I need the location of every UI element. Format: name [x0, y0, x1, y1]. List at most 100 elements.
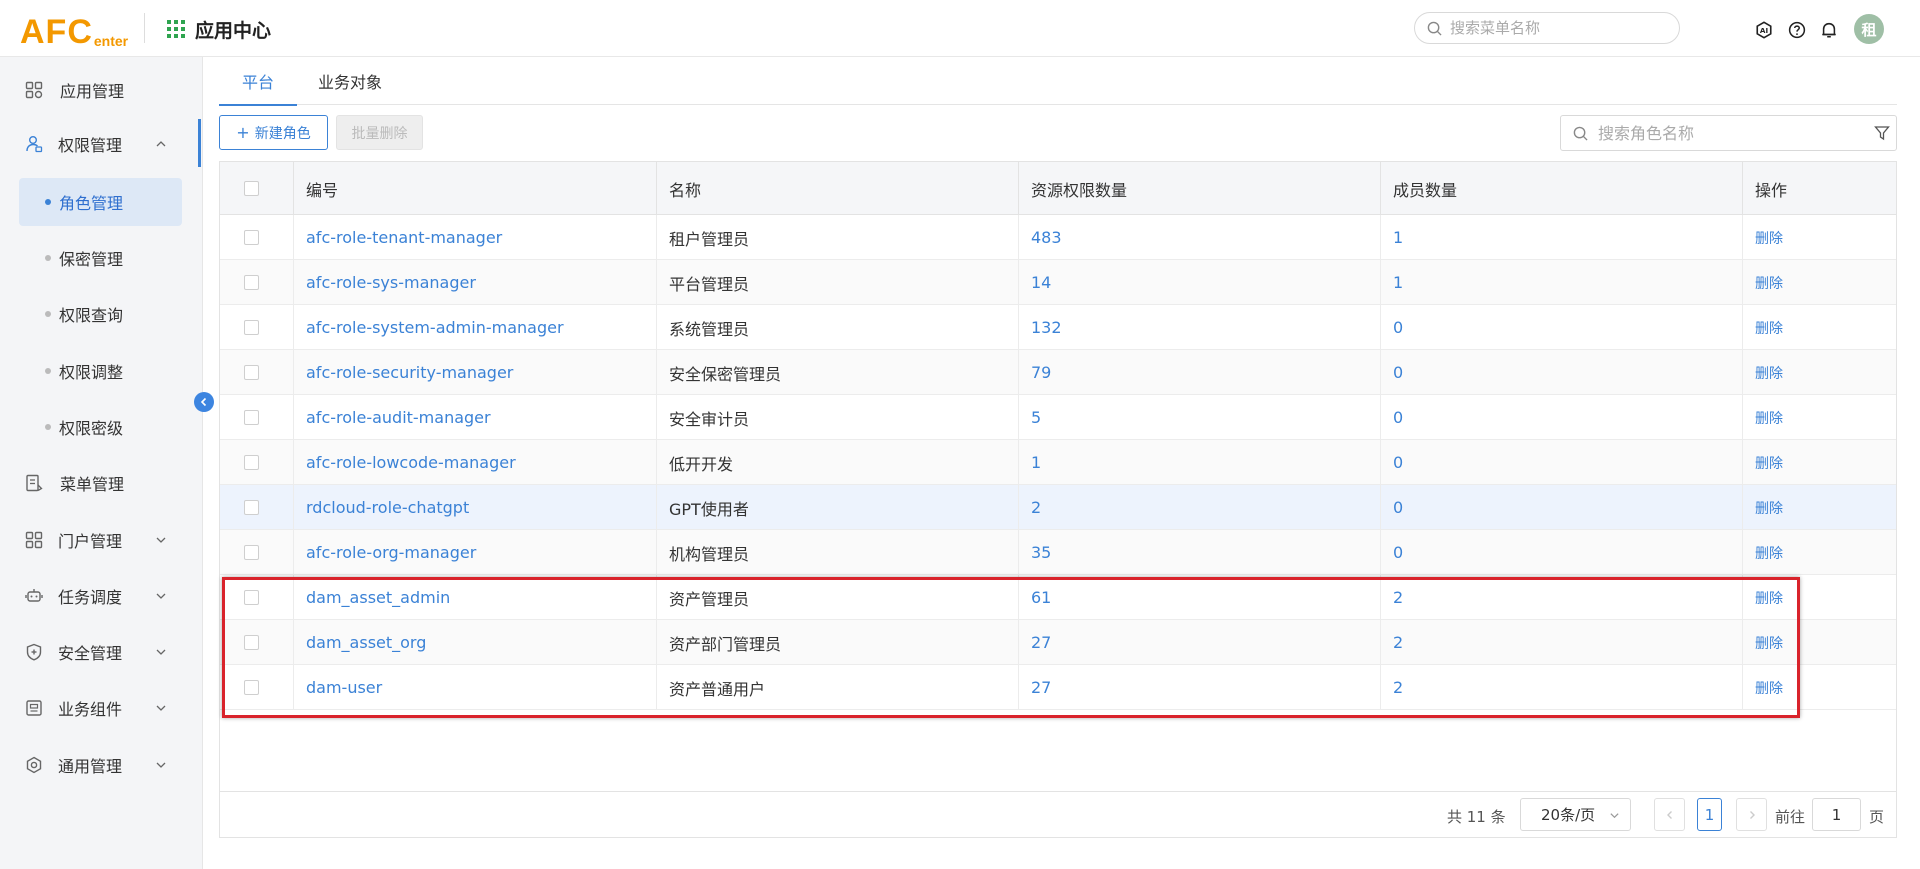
ai-assistant-icon[interactable]: AI — [1755, 21, 1773, 39]
sidebar-item-app-management[interactable]: 应用管理 — [0, 66, 203, 114]
row-checkbox[interactable] — [244, 500, 259, 515]
delete-link[interactable]: 删除 — [1743, 530, 1896, 575]
cell-resources[interactable]: 1 — [1019, 440, 1381, 485]
user-avatar[interactable]: 租 — [1854, 14, 1884, 44]
help-icon[interactable] — [1788, 21, 1806, 39]
row-checkbox[interactable] — [244, 455, 259, 470]
goto-page-input[interactable] — [1812, 798, 1861, 831]
cell-members[interactable]: 0 — [1381, 440, 1743, 485]
afcenter-logo[interactable]: AFC enter — [20, 9, 128, 49]
cell-code[interactable]: dam-user — [294, 665, 657, 710]
sidebar-item-security-management[interactable]: 安全管理 — [0, 628, 203, 676]
cell-members[interactable]: 0 — [1381, 305, 1743, 350]
sidebar-item-general-management[interactable]: 通用管理 — [0, 741, 203, 789]
delete-link[interactable]: 删除 — [1743, 395, 1896, 440]
delete-link[interactable]: 删除 — [1743, 575, 1896, 620]
delete-link[interactable]: 删除 — [1743, 350, 1896, 395]
row-checkbox[interactable] — [244, 635, 259, 650]
cell-code[interactable]: afc-role-audit-manager — [294, 395, 657, 440]
delete-link[interactable]: 删除 — [1743, 440, 1896, 485]
page-size-select[interactable]: 20条/页 — [1520, 798, 1631, 831]
cell-code[interactable]: rdcloud-role-chatgpt — [294, 485, 657, 530]
row-checkbox[interactable] — [244, 365, 259, 380]
cell-code[interactable]: dam_asset_org — [294, 620, 657, 665]
cell-members[interactable]: 0 — [1381, 395, 1743, 440]
sidebar-item-menu-management[interactable]: 菜单管理 — [0, 459, 203, 507]
cell-resources[interactable]: 14 — [1019, 260, 1381, 305]
sidebar-item-label: 任务调度 — [58, 588, 123, 607]
role-search-input[interactable] — [1598, 123, 1858, 143]
cell-members[interactable]: 0 — [1381, 350, 1743, 395]
table-row[interactable]: dam_asset_admin 资产管理员 61 2 删除 — [220, 575, 1896, 620]
delete-link[interactable]: 删除 — [1743, 305, 1896, 350]
cell-code[interactable]: afc-role-sys-manager — [294, 260, 657, 305]
sidebar-item-task-scheduling[interactable]: 任务调度 — [0, 572, 203, 620]
cell-resources[interactable]: 5 — [1019, 395, 1381, 440]
table-row[interactable]: afc-role-lowcode-manager 低开开发 1 0 删除 — [220, 440, 1896, 485]
row-checkbox[interactable] — [244, 275, 259, 290]
cell-resources[interactable]: 132 — [1019, 305, 1381, 350]
cell-resources[interactable]: 27 — [1019, 620, 1381, 665]
table-row[interactable]: afc-role-sys-manager 平台管理员 14 1 删除 — [220, 260, 1896, 305]
next-page-button[interactable] — [1736, 798, 1767, 831]
new-role-button[interactable]: + 新建角色 — [219, 115, 328, 150]
sidebar-item-portal-management[interactable]: 门户管理 — [0, 516, 203, 564]
cell-members[interactable]: 1 — [1381, 260, 1743, 305]
page-number-current[interactable]: 1 — [1697, 798, 1722, 831]
row-checkbox[interactable] — [244, 320, 259, 335]
cell-code[interactable]: afc-role-lowcode-manager — [294, 440, 657, 485]
delete-link[interactable]: 删除 — [1743, 620, 1896, 665]
cell-resources[interactable]: 27 — [1019, 665, 1381, 710]
sidebar-collapse-button[interactable] — [194, 392, 214, 412]
cell-code[interactable]: afc-role-org-manager — [294, 530, 657, 575]
cell-members[interactable]: 2 — [1381, 665, 1743, 710]
cell-resources[interactable]: 35 — [1019, 530, 1381, 575]
batch-delete-button[interactable]: 批量删除 — [336, 115, 423, 150]
cell-resources[interactable]: 483 — [1019, 215, 1381, 260]
table-row[interactable]: dam-user 资产普通用户 27 2 删除 — [220, 665, 1896, 710]
cell-resources[interactable]: 2 — [1019, 485, 1381, 530]
table-row[interactable]: afc-role-security-manager 安全保密管理员 79 0 删除 — [220, 350, 1896, 395]
table-row[interactable]: afc-role-org-manager 机构管理员 35 0 删除 — [220, 530, 1896, 575]
cell-code[interactable]: afc-role-security-manager — [294, 350, 657, 395]
delete-link[interactable]: 删除 — [1743, 485, 1896, 530]
app-grid-icon[interactable] — [167, 20, 185, 38]
delete-link[interactable]: 删除 — [1743, 215, 1896, 260]
delete-link[interactable]: 删除 — [1743, 260, 1896, 305]
row-checkbox[interactable] — [244, 230, 259, 245]
select-all-checkbox[interactable] — [244, 181, 259, 196]
sidebar-subitem-permission-level[interactable]: 权限密级 — [19, 403, 182, 451]
bell-icon[interactable] — [1820, 21, 1838, 39]
row-checkbox[interactable] — [244, 545, 259, 560]
table-row[interactable]: rdcloud-role-chatgpt GPT使用者 2 0 删除 — [220, 485, 1896, 530]
table-row[interactable]: afc-role-system-admin-manager 系统管理员 132 0 删除 — [220, 305, 1896, 350]
sidebar-subitem-confidential-management[interactable]: 保密管理 — [19, 234, 182, 282]
table-row[interactable]: afc-role-audit-manager 安全审计员 5 0 删除 — [220, 395, 1896, 440]
cell-members[interactable]: 0 — [1381, 530, 1743, 575]
prev-page-button[interactable] — [1654, 798, 1685, 831]
menu-search-input[interactable] — [1450, 19, 1660, 37]
row-checkbox[interactable] — [244, 680, 259, 695]
sidebar-subitem-permission-adjust[interactable]: 权限调整 — [19, 347, 182, 395]
cell-members[interactable]: 2 — [1381, 575, 1743, 620]
sidebar-subitem-permission-query[interactable]: 权限查询 — [19, 290, 182, 338]
table-row[interactable]: afc-role-tenant-manager 租户管理员 483 1 删除 — [220, 215, 1896, 260]
row-checkbox[interactable] — [244, 590, 259, 605]
cell-members[interactable]: 1 — [1381, 215, 1743, 260]
tab-business-object[interactable]: 业务对象 — [318, 57, 382, 105]
filter-icon[interactable] — [1874, 125, 1890, 141]
delete-link[interactable]: 删除 — [1743, 665, 1896, 710]
tab-platform[interactable]: 平台 — [218, 57, 298, 106]
cell-resources[interactable]: 79 — [1019, 350, 1381, 395]
sidebar-item-business-components[interactable]: 业务组件 — [0, 684, 203, 732]
cell-resources[interactable]: 61 — [1019, 575, 1381, 620]
sidebar-subitem-role-management[interactable]: 角色管理 — [19, 178, 182, 226]
cell-code[interactable]: dam_asset_admin — [294, 575, 657, 620]
cell-code[interactable]: afc-role-system-admin-manager — [294, 305, 657, 350]
cell-code[interactable]: afc-role-tenant-manager — [294, 215, 657, 260]
row-checkbox[interactable] — [244, 410, 259, 425]
cell-members[interactable]: 2 — [1381, 620, 1743, 665]
cell-members[interactable]: 0 — [1381, 485, 1743, 530]
sidebar-item-permission-management[interactable]: 权限管理 — [0, 120, 203, 168]
table-row[interactable]: dam_asset_org 资产部门管理员 27 2 删除 — [220, 620, 1896, 665]
